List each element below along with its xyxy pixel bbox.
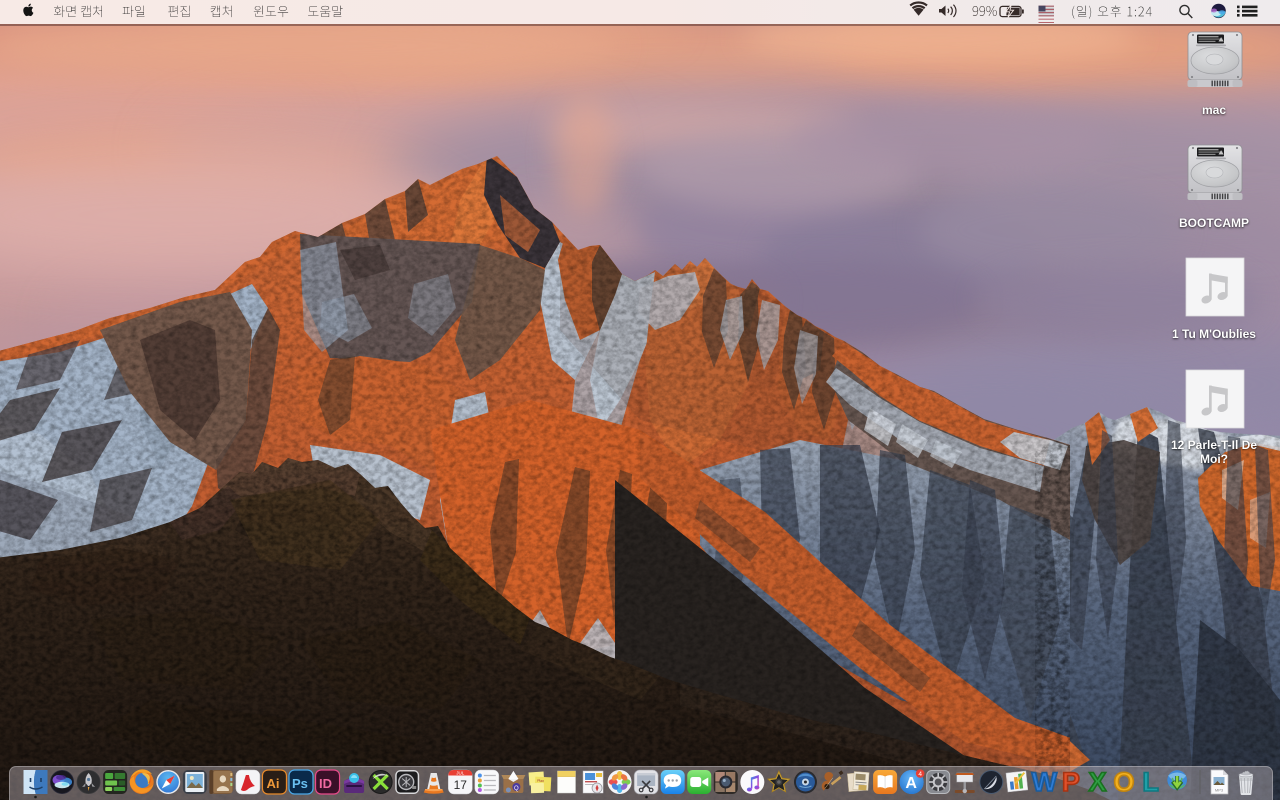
svg-text:Ps: Ps [292, 776, 308, 791]
svg-text:O: O [1114, 767, 1135, 797]
svg-text:4: 4 [918, 771, 922, 778]
svg-text:ID: ID [319, 776, 332, 791]
svg-text:MP3: MP3 [1215, 788, 1224, 793]
svg-text:Ai: Ai [266, 776, 279, 791]
svg-text:17: 17 [454, 778, 468, 792]
svg-text:Plan: Plan [537, 779, 544, 783]
svg-text:Q: Q [514, 786, 519, 792]
svg-text:A: A [905, 775, 917, 792]
svg-text:JUL: JUL [456, 770, 464, 775]
svg-text:X: X [1088, 767, 1106, 797]
svg-text:W: W [1032, 767, 1058, 797]
svg-text:L: L [1142, 767, 1159, 797]
svg-text:P: P [1062, 767, 1080, 797]
